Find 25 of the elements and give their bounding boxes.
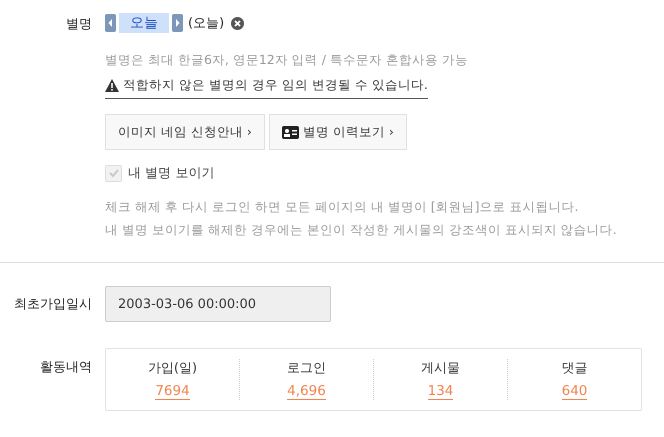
hint-text: 별명은 최대 한글6자, 영문12자 입력 / 특수문자 혼합사용 가능 <box>105 52 469 69</box>
note-text: 체크 해제 후 다시 로그인 하면 모든 페이지의 내 별명이 [회원님]으로 표시됩니다. <box>105 198 580 216</box>
check-icon <box>108 167 120 179</box>
nickname-text: (오늘) <box>188 15 224 32</box>
stat-title: 로그인 <box>287 360 326 377</box>
note-text: 내 별명 보이기를 해제한 경우에는 본인이 작성한 게시물의 강조색이 표시되지 않습니다. <box>105 221 617 239</box>
field-label: 활동내역 <box>39 359 93 377</box>
stat-title: 가입(일) <box>148 360 198 377</box>
guide-button[interactable]: 이미지 네임 신청안내 › <box>105 114 265 150</box>
warning-text: 적합하지 않은 별명의 경우 임의 변경될 수 있습니다. <box>123 77 428 94</box>
stat-title: 게시물 <box>421 360 460 377</box>
stat-link[interactable]: 7694 <box>155 383 190 400</box>
stat-link[interactable]: 640 <box>562 383 588 400</box>
warning-icon <box>105 79 119 92</box>
nickname-tag: 오늘 <box>119 13 169 33</box>
checkbox-label: 내 별명 보이기 <box>128 165 214 182</box>
id-card-icon <box>282 126 299 138</box>
stat-title: 댓글 <box>562 360 588 377</box>
history-button[interactable]: 별명 이력보기 › <box>268 114 407 150</box>
clear-icon[interactable] <box>231 16 244 30</box>
field-label: 최초가입일시 <box>13 296 93 313</box>
stat-link[interactable]: 134 <box>428 383 454 400</box>
date-field: 2003-03-06 00:00:00 <box>105 286 331 322</box>
field-label: 별명 <box>65 16 93 34</box>
stat-link[interactable]: 4,696 <box>287 383 326 400</box>
